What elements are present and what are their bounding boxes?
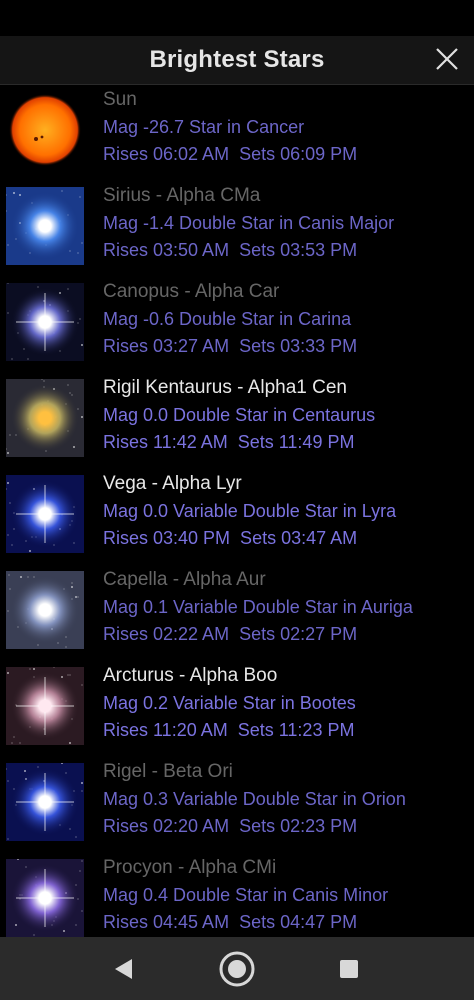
back-triangle-icon[interactable] [102,947,146,991]
star-name: Rigel - Beta Ori [103,761,233,782]
star-name: Capella - Alpha Aur [103,569,266,590]
star-image [6,379,84,457]
star-name: Sun [103,89,137,110]
star-magnitude: Mag 0.1 Variable Double Star in Auriga [103,597,413,617]
star-rise-set: Rises 03:40 PM Sets 03:47 AM [103,528,358,548]
star-image [6,187,84,265]
star-list-item[interactable]: Rigel - Beta Ori Mag 0.3 Variable Double … [0,757,474,853]
star-image [6,283,84,361]
star-magnitude: Mag -0.6 Double Star in Carina [103,309,352,329]
star-rise-set: Rises 06:02 AM Sets 06:09 PM [103,144,358,164]
star-rise-set: Rises 02:22 AM Sets 02:27 PM [103,624,358,644]
star-magnitude: Mag 0.3 Variable Double Star in Orion [103,789,406,809]
star-magnitude: Mag 0.0 Double Star in Centaurus [103,405,376,425]
star-image [6,763,84,841]
star-magnitude: Mag -26.7 Star in Cancer [103,117,305,137]
star-rise-set: Rises 02:20 AM Sets 02:23 PM [103,816,358,836]
star-list-item[interactable]: Sirius - Alpha CMa Mag -1.4 Double Star i… [0,181,474,277]
star-magnitude: Mag -1.4 Double Star in Canis Major [103,213,395,233]
status-bar [0,0,474,36]
star-image [6,859,84,937]
star-list-item[interactable]: Capella - Alpha Aur Mag 0.1 Variable Doub… [0,565,474,661]
star-list-item[interactable]: Rigil Kentaurus - Alpha1 Cen Mag 0.0 Doub… [0,373,474,469]
star-list-item[interactable]: Sun Mag -26.7 Star in Cancer Rises 06:02 A… [0,85,474,181]
star-name: Canopus - Alpha Car [103,281,280,302]
star-rise-set: Rises 11:42 AM Sets 11:49 PM [103,432,355,452]
star-rise-set: Rises 03:50 AM Sets 03:53 PM [103,240,358,260]
star-magnitude: Mag 0.2 Variable Star in Bootes [103,693,356,713]
star-list-item[interactable]: Canopus - Alpha Car Mag -0.6 Double Star … [0,277,474,373]
close-icon[interactable] [434,46,460,72]
star-image [6,91,84,169]
star-rise-set: Rises 04:45 AM Sets 04:47 PM [103,912,358,932]
star-list-item[interactable]: Procyon - Alpha CMi Mag 0.4 Double Star i… [0,853,474,937]
star-name: Procyon - Alpha CMi [103,857,277,878]
star-name: Sirius - Alpha CMa [103,185,261,206]
recents-square-icon[interactable] [327,947,371,991]
star-list-item[interactable]: Vega - Alpha Lyr Mag 0.0 Variable Double … [0,469,474,565]
page-title: Brightest Stars [149,46,325,73]
star-name: Rigil Kentaurus - Alpha1 Cen [103,377,347,398]
star-image [6,667,84,745]
star-list-item[interactable]: Arcturus - Alpha Boo Mag 0.2 Variable Sta… [0,661,474,757]
star-image [6,571,84,649]
star-rise-set: Rises 11:20 AM Sets 11:23 PM [103,720,355,740]
navigation-bar [0,937,474,1000]
stars-list[interactable]: Sun Mag -26.7 Star in Cancer Rises 06:02 A… [0,85,474,937]
star-name: Vega - Alpha Lyr [103,473,242,494]
star-magnitude: Mag 0.0 Variable Double Star in Lyra [103,501,397,521]
star-rise-set: Rises 03:27 AM Sets 03:33 PM [103,336,358,356]
star-name: Arcturus - Alpha Boo [103,665,278,686]
star-magnitude: Mag 0.4 Double Star in Canis Minor [103,885,389,905]
star-image [6,475,84,553]
dialog-header: Brightest Stars [0,36,474,85]
home-circle-icon[interactable] [215,947,259,991]
